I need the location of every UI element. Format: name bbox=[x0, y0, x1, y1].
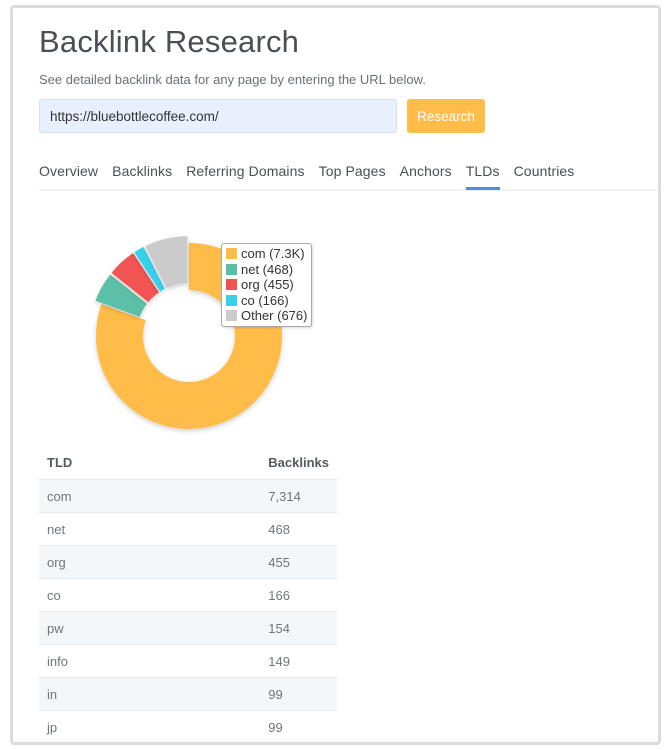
table-row: org 455 bbox=[39, 545, 337, 579]
cell-backlinks: 99 bbox=[260, 710, 337, 742]
table-row: in 99 bbox=[39, 677, 337, 711]
cell-tld: jp bbox=[39, 710, 261, 742]
cell-tld: in bbox=[39, 677, 261, 711]
tab-overview[interactable]: Overview bbox=[39, 158, 98, 188]
table-row: co 166 bbox=[39, 578, 337, 612]
url-input[interactable] bbox=[39, 99, 397, 133]
tab-bar: Overview Backlinks Referring Domains Top… bbox=[39, 158, 658, 191]
research-button[interactable]: Research bbox=[407, 99, 485, 133]
legend-item-net[interactable]: net (468) bbox=[226, 262, 307, 278]
table-row: com 7,314 bbox=[39, 479, 337, 513]
tab-countries[interactable]: Countries bbox=[514, 158, 575, 188]
donut-slice-other[interactable] bbox=[145, 236, 188, 289]
cell-tld: info bbox=[39, 644, 261, 678]
main-panel: Backlink Research See detailed backlink … bbox=[10, 5, 661, 745]
legend-item-com[interactable]: com (7.3K) bbox=[226, 246, 307, 262]
cell-tld: pw bbox=[39, 611, 261, 645]
legend-swatch bbox=[226, 279, 237, 291]
tab-top-pages[interactable]: Top Pages bbox=[319, 158, 386, 188]
chart-legend: com (7.3K) net (468) org (455) co (166) Othe… bbox=[221, 243, 313, 327]
legend-label: Other (676) bbox=[241, 308, 308, 324]
cell-backlinks: 149 bbox=[260, 644, 337, 678]
donut-svg bbox=[95, 236, 282, 429]
header-backlinks: Backlinks bbox=[260, 446, 337, 480]
table-row: jp 99 bbox=[39, 710, 337, 742]
legend-label: co (166) bbox=[241, 292, 289, 308]
cell-backlinks: 166 bbox=[260, 578, 337, 612]
header-tld: TLD bbox=[39, 446, 261, 480]
legend-label: com (7.3K) bbox=[241, 246, 305, 262]
legend-item-other[interactable]: Other (676) bbox=[226, 308, 307, 324]
page-subtitle: See detailed backlink data for any page … bbox=[39, 72, 426, 87]
cell-backlinks: 7,314 bbox=[260, 479, 337, 513]
cell-tld: org bbox=[39, 545, 261, 579]
table-row: net 468 bbox=[39, 512, 337, 546]
table-row: pw 154 bbox=[39, 611, 337, 645]
tab-referring-domains[interactable]: Referring Domains bbox=[186, 158, 304, 188]
table-body: com 7,314 net 468 org 455 co 166 pw 154 info 149 in 9… bbox=[39, 479, 337, 742]
legend-swatch bbox=[226, 248, 237, 260]
tab-tlds[interactable]: TLDs bbox=[465, 158, 500, 190]
cell-tld: co bbox=[39, 578, 261, 612]
cell-backlinks: 154 bbox=[260, 611, 337, 645]
legend-swatch bbox=[226, 263, 237, 275]
page-title: Backlink Research bbox=[39, 24, 300, 59]
tld-donut-chart: com (7.3K) net (468) org (455) co (166) Othe… bbox=[13, 208, 373, 448]
cell-backlinks: 99 bbox=[260, 677, 337, 711]
tld-table: TLD Backlinks com 7,314 net 468 org 455 co 166 p… bbox=[39, 446, 337, 742]
legend-label: net (468) bbox=[241, 261, 294, 277]
legend-label: org (455) bbox=[241, 277, 294, 293]
legend-swatch bbox=[226, 294, 237, 306]
cell-backlinks: 468 bbox=[260, 512, 337, 546]
cell-backlinks: 455 bbox=[260, 545, 337, 579]
cell-tld: com bbox=[39, 479, 261, 513]
legend-item-org[interactable]: org (455) bbox=[226, 277, 307, 293]
cell-tld: net bbox=[39, 512, 261, 546]
legend-item-co[interactable]: co (166) bbox=[226, 293, 307, 309]
table-row: info 149 bbox=[39, 644, 337, 678]
tab-backlinks[interactable]: Backlinks bbox=[112, 158, 172, 188]
tab-anchors[interactable]: Anchors bbox=[400, 158, 452, 188]
legend-swatch bbox=[226, 310, 237, 322]
table-header-row: TLD Backlinks bbox=[39, 446, 337, 480]
